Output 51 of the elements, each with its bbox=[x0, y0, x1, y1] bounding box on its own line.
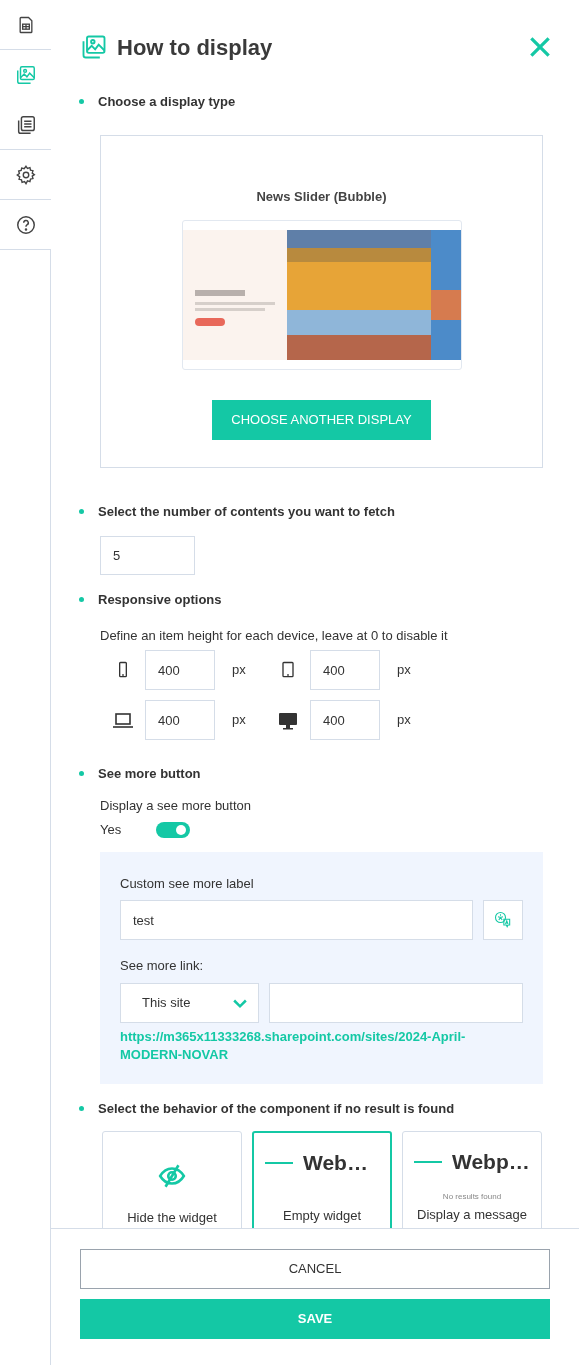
section-heading: Choose a display type bbox=[98, 93, 236, 111]
number-field[interactable]: 5 bbox=[100, 536, 195, 575]
behavior-option[interactable]: Hide the widget bbox=[102, 1131, 242, 1228]
panel-title: How to display bbox=[117, 33, 273, 62]
close-button[interactable] bbox=[527, 34, 553, 60]
site-dropdown[interactable]: This site bbox=[120, 982, 259, 1023]
bullet bbox=[79, 771, 84, 777]
image-icon bbox=[14, 64, 37, 86]
toggle-label: Yes bbox=[100, 821, 123, 839]
webpart-title: Webp… bbox=[452, 1149, 530, 1176]
bullet bbox=[79, 99, 84, 105]
height-field[interactable]: 400 bbox=[310, 700, 380, 740]
toggle-switch[interactable] bbox=[156, 821, 190, 838]
behavior-option[interactable]: Web… Empty widget bbox=[252, 1131, 392, 1228]
height-field[interactable]: 400 bbox=[310, 650, 380, 690]
description-text: Define an item height for each device, leave at 0 to disable it bbox=[100, 626, 449, 645]
bullet bbox=[79, 508, 84, 514]
close-icon bbox=[527, 34, 553, 60]
unit-label: px bbox=[397, 711, 411, 730]
bullet bbox=[79, 1105, 84, 1111]
hidden-eye-icon bbox=[158, 1162, 186, 1190]
sidebar-tab[interactable] bbox=[0, 0, 51, 50]
behavior-option[interactable]: Webp… No results found Display a message bbox=[402, 1131, 542, 1228]
cancel-button[interactable]: CANCEL bbox=[80, 1249, 550, 1289]
webpart-title: Web… bbox=[303, 1150, 368, 1177]
section-heading: Select the number of contents you want to fetch bbox=[98, 502, 395, 521]
bullet bbox=[79, 597, 84, 603]
toggle-description: Display a see more button bbox=[100, 796, 253, 815]
section-heading: See more button bbox=[98, 765, 201, 783]
height-field[interactable]: 400 bbox=[145, 650, 215, 690]
no-results-text: No results found bbox=[442, 1192, 502, 1202]
unit-label: px bbox=[232, 661, 246, 680]
section-heading: Select the behavior of the component if no result is found bbox=[98, 1099, 455, 1118]
display-name: News Slider (Bubble) bbox=[256, 187, 387, 206]
field-label: Custom see more label bbox=[120, 874, 255, 893]
translate-button[interactable] bbox=[483, 900, 523, 940]
section-heading: Responsive options bbox=[98, 591, 222, 609]
sidebar-tab[interactable] bbox=[0, 200, 51, 250]
height-field[interactable]: 400 bbox=[145, 700, 215, 740]
settings-icon bbox=[14, 163, 37, 186]
field-label: See more link: bbox=[120, 957, 205, 975]
unit-label: px bbox=[232, 711, 246, 730]
image-icon bbox=[80, 33, 108, 61]
label-field[interactable]: test bbox=[120, 900, 473, 940]
help-icon bbox=[14, 213, 37, 236]
url-field[interactable] bbox=[269, 982, 523, 1023]
translate-icon bbox=[493, 910, 513, 930]
dash-line bbox=[414, 1161, 442, 1163]
unit-label: px bbox=[397, 661, 411, 680]
dash-line bbox=[265, 1162, 293, 1164]
sidebar-tab[interactable] bbox=[0, 150, 51, 200]
